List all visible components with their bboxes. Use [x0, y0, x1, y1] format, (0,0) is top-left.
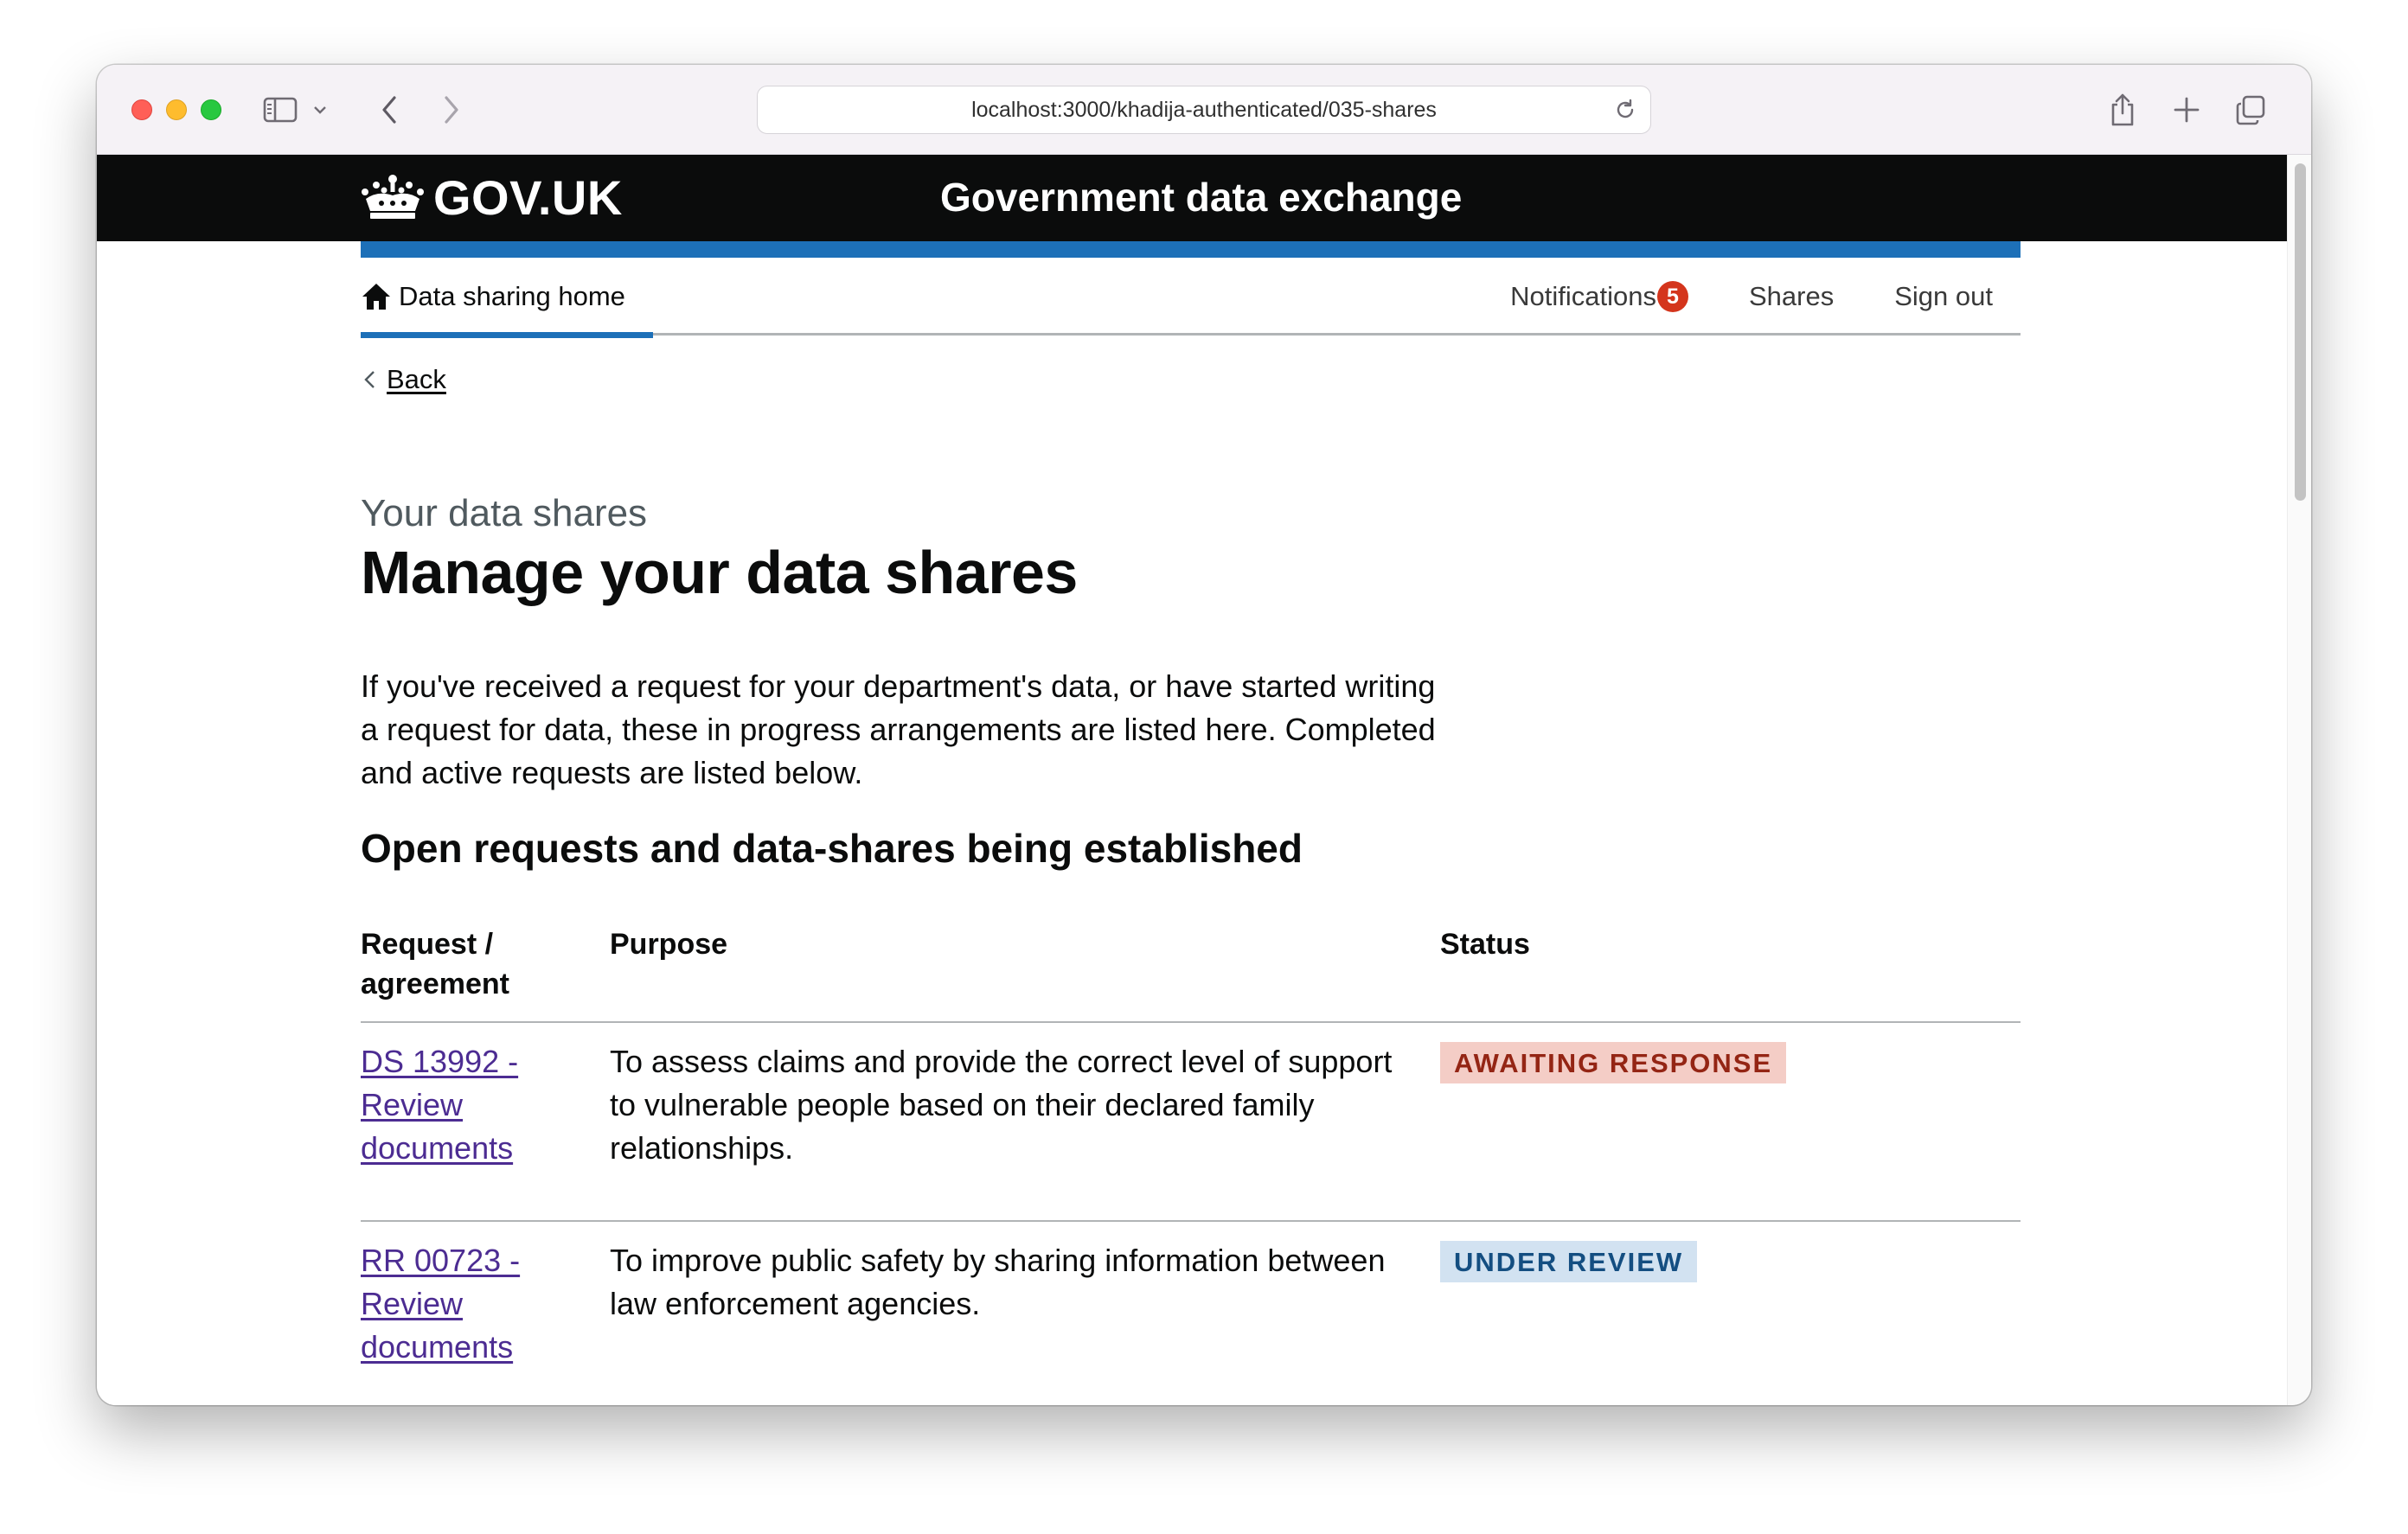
nav-item-shares[interactable]: Shares: [1749, 281, 1834, 312]
intro-paragraph: If you've received a request for your de…: [361, 668, 1436, 790]
table-header-row: Request / agreement Purpose Status: [361, 924, 2021, 1023]
nav-item-home[interactable]: Data sharing home: [361, 258, 653, 338]
request-cell: RR 00723 - Review documents: [361, 1221, 610, 1405]
sidebar-toggle-icon[interactable]: [261, 89, 299, 131]
browser-window: localhost:3000/khadija-authenticated/035…: [97, 65, 2311, 1405]
page-caption: Your data shares: [361, 492, 648, 534]
notifications-count-badge: 5: [1657, 281, 1688, 312]
table-row: DS 13992 - Review documents To assess cl…: [361, 1022, 2021, 1222]
browser-back-icon[interactable]: [372, 89, 407, 131]
status-cell: AWAITING RESPONSE: [1440, 1022, 2021, 1222]
request-cell: DS 13992 - Review documents: [361, 1022, 610, 1222]
browser-forward-icon[interactable]: [434, 89, 469, 131]
shares-table: Request / agreement Purpose Status DS 13…: [361, 924, 2021, 1405]
request-link[interactable]: RR 00723 - Review documents: [361, 1243, 520, 1365]
active-nav-indicator: [361, 332, 653, 338]
request-link[interactable]: DS 13992 - Review documents: [361, 1044, 518, 1166]
browser-titlebar: localhost:3000/khadija-authenticated/035…: [97, 65, 2311, 155]
status-cell: UNDER REVIEW: [1440, 1221, 2021, 1405]
close-window-button[interactable]: [131, 99, 152, 120]
table-row: RR 00723 - Review documents To improve p…: [361, 1221, 2021, 1405]
share-icon[interactable]: [2104, 89, 2142, 131]
minimize-window-button[interactable]: [166, 99, 187, 120]
nav-right-group: Notifications 5 Shares Sign out: [1510, 258, 1993, 336]
scrollbar-thumb[interactable]: [2295, 163, 2306, 501]
nav-notifications-label: Notifications: [1510, 281, 1656, 311]
page-scrollbar[interactable]: [2287, 155, 2311, 1405]
back-link-label: Back: [387, 364, 446, 394]
chevron-down-icon[interactable]: [311, 89, 329, 131]
url-text: localhost:3000/khadija-authenticated/035…: [971, 97, 1437, 122]
address-bar[interactable]: localhost:3000/khadija-authenticated/035…: [757, 86, 1651, 134]
column-header-purpose: Purpose: [610, 924, 1440, 1023]
nav-item-notifications[interactable]: Notifications 5: [1510, 281, 1688, 312]
column-header-request: Request / agreement: [361, 924, 610, 1023]
status-tag: UNDER REVIEW: [1440, 1241, 1698, 1282]
zoom-window-button[interactable]: [201, 99, 221, 120]
service-navigation: Data sharing home Notifications 5 Shares…: [361, 258, 2021, 338]
status-tag: AWAITING RESPONSE: [1440, 1042, 1787, 1083]
back-link[interactable]: Back: [361, 359, 446, 400]
chevron-left-icon: [364, 371, 375, 388]
column-header-status: Status: [1440, 924, 2021, 1023]
home-icon: [362, 284, 390, 310]
reload-icon[interactable]: [1612, 97, 1638, 123]
nav-item-sign-out[interactable]: Sign out: [1894, 281, 1993, 312]
section-heading: Open requests and data-shares being esta…: [361, 826, 1303, 871]
header-blue-band: [361, 241, 2021, 258]
crown-icon: [362, 175, 424, 219]
govuk-logo-text: GOV.UK: [433, 169, 623, 225]
nav-home-label: Data sharing home: [399, 281, 625, 311]
tab-overview-icon[interactable]: [2232, 89, 2270, 131]
service-name[interactable]: Government data exchange: [940, 174, 1462, 221]
new-tab-icon[interactable]: [2168, 89, 2206, 131]
govuk-logo[interactable]: GOV.UK: [361, 169, 623, 226]
govuk-header: GOV.UK Government data exchange: [97, 155, 2287, 241]
purpose-cell: To assess claims and provide the correct…: [610, 1022, 1440, 1222]
purpose-cell: To improve public safety by sharing info…: [610, 1221, 1440, 1405]
page-title: Manage your data shares: [361, 539, 1078, 606]
page-viewport: GOV.UK Government data exchange Data sha…: [97, 155, 2287, 1405]
